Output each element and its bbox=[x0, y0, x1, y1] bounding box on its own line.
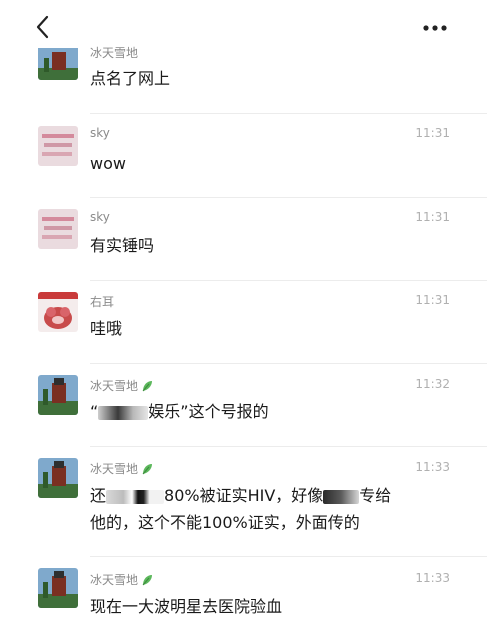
message-text: 有实锤吗 bbox=[90, 236, 155, 255]
message-time: 11:33 bbox=[415, 571, 450, 585]
separator bbox=[90, 446, 487, 447]
redacted-block bbox=[106, 489, 165, 504]
message-text: 点名了网上 bbox=[90, 69, 171, 88]
cut-off-header: 冰天雪地 bbox=[0, 0, 487, 62]
text-fragment: “ bbox=[90, 402, 99, 421]
leaf-icon bbox=[141, 380, 153, 395]
separator bbox=[90, 113, 487, 114]
leaf-icon bbox=[141, 463, 153, 478]
redacted-block bbox=[323, 489, 360, 504]
message-time: 11:31 bbox=[415, 293, 450, 307]
sender-name: 冰天雪地 bbox=[90, 460, 153, 478]
message-text: 现在一大波明星去医院验血 bbox=[90, 597, 283, 616]
message-time: 11:31 bbox=[415, 210, 450, 224]
sender-name: sky bbox=[90, 210, 110, 224]
sender-name: sky bbox=[90, 126, 110, 140]
message-time: 11:31 bbox=[415, 126, 450, 140]
avatar[interactable] bbox=[38, 568, 78, 608]
message-text: 哇哦 bbox=[90, 319, 123, 338]
message-time: 11:33 bbox=[415, 460, 450, 474]
message-text: 他的，这个不能100%证实，外面传的 bbox=[90, 513, 360, 532]
text-fragment: 娱乐”这个号报的 bbox=[148, 402, 269, 421]
message-text: “ 娱乐”这个号报的 bbox=[90, 399, 460, 425]
separator bbox=[90, 556, 487, 557]
separator bbox=[90, 280, 487, 281]
separator bbox=[90, 363, 487, 364]
sender-name-text: 冰天雪地 bbox=[90, 573, 139, 587]
sender-name-text: 冰天雪地 bbox=[90, 462, 139, 476]
leaf-icon bbox=[141, 574, 153, 589]
separator bbox=[90, 197, 487, 198]
redacted-block bbox=[98, 405, 149, 420]
sender-name: 右耳 bbox=[90, 295, 115, 309]
avatar[interactable] bbox=[38, 375, 78, 415]
sender-name: 冰天雪地 bbox=[90, 46, 139, 60]
sender-name: 冰天雪地 bbox=[90, 571, 153, 589]
text-fragment: 还 bbox=[90, 486, 107, 505]
sender-name: 冰天雪地 bbox=[90, 377, 153, 395]
text-fragment: 80%被证实HIV，好像 bbox=[164, 486, 324, 505]
sender-name-text: 冰天雪地 bbox=[90, 379, 139, 393]
avatar[interactable] bbox=[38, 292, 78, 332]
message-time: 11:32 bbox=[415, 377, 450, 391]
message-text: 还 80%被证实HIV，好像 专给 bbox=[90, 483, 460, 509]
text-fragment: 专给 bbox=[359, 486, 392, 505]
message-text: wow bbox=[90, 154, 126, 173]
avatar[interactable] bbox=[38, 209, 78, 249]
avatar[interactable] bbox=[38, 458, 78, 498]
avatar[interactable] bbox=[38, 126, 78, 166]
